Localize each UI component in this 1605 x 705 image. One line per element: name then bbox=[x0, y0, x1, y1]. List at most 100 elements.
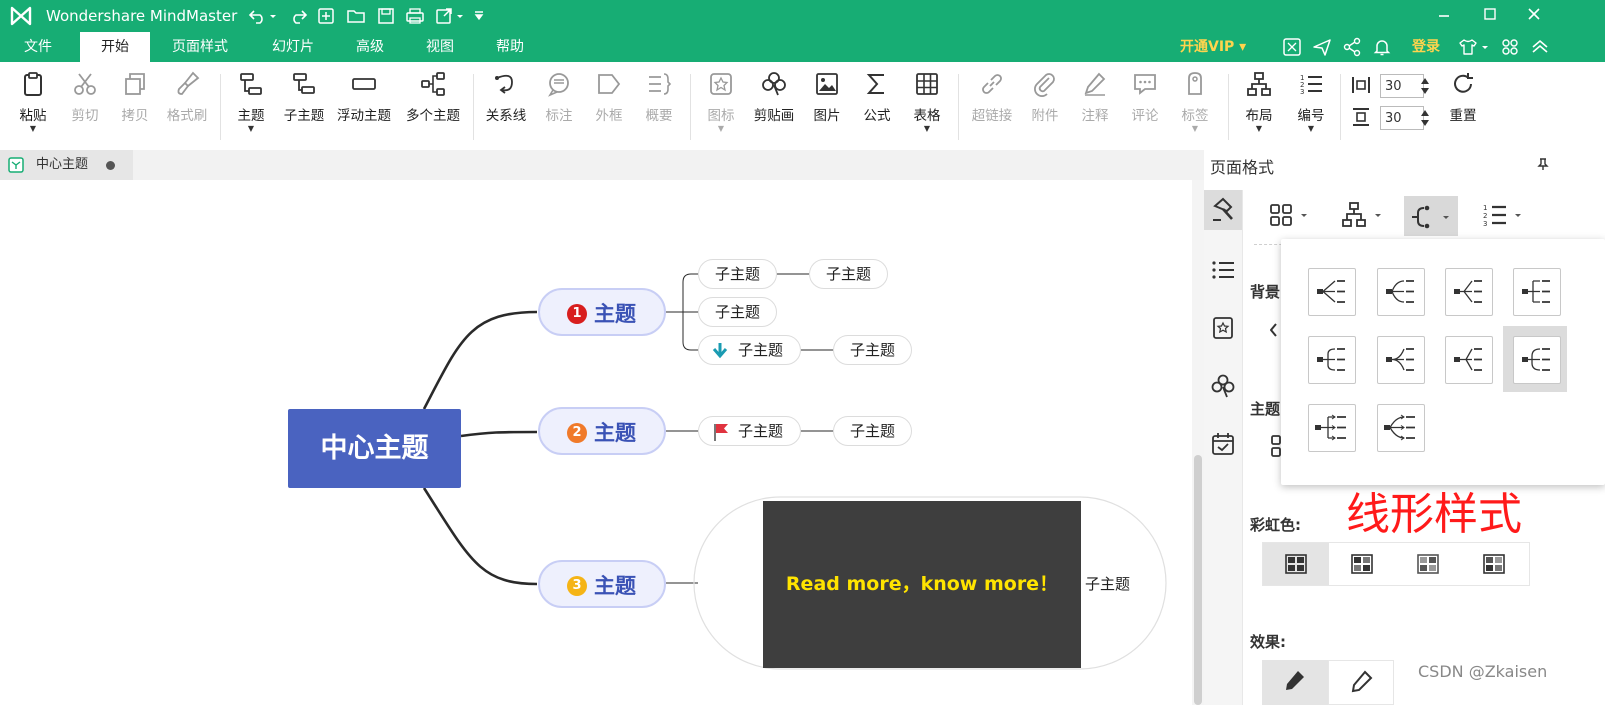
summary-button[interactable]: 概要 bbox=[638, 70, 680, 124]
canvas-vertical-scrollbar[interactable] bbox=[1192, 180, 1204, 705]
minimize-icon[interactable] bbox=[1432, 4, 1456, 26]
line-style-option-5[interactable] bbox=[1308, 336, 1356, 384]
icon-library-icon[interactable] bbox=[1209, 314, 1237, 342]
clipart-clover-icon[interactable] bbox=[1209, 372, 1237, 400]
line-style-option-4[interactable] bbox=[1513, 268, 1561, 316]
line-style-option-7[interactable] bbox=[1445, 336, 1493, 384]
menu-help[interactable]: 帮助 bbox=[482, 32, 538, 62]
format-painter-button[interactable]: 格式刷 bbox=[162, 70, 212, 124]
central-topic[interactable]: 中心主题 bbox=[288, 409, 461, 488]
floating-topic-button[interactable]: 浮动主题 bbox=[334, 70, 394, 124]
theme-shirt-icon[interactable] bbox=[1458, 37, 1478, 57]
line-style-option-3[interactable] bbox=[1445, 268, 1493, 316]
new-file-icon[interactable] bbox=[316, 6, 336, 26]
vertical-spacing-stepper-icon[interactable] bbox=[1418, 106, 1432, 130]
rainbow-option[interactable] bbox=[1395, 543, 1461, 585]
outline-list-icon[interactable] bbox=[1209, 256, 1237, 284]
print-icon[interactable] bbox=[405, 6, 425, 26]
save-icon[interactable] bbox=[376, 6, 396, 26]
subtopic[interactable]: 子主题 bbox=[698, 297, 777, 327]
layout-tree-icon[interactable] bbox=[1340, 198, 1388, 232]
branch-line-style-icon[interactable] bbox=[1408, 200, 1456, 234]
effect-option[interactable] bbox=[1328, 660, 1394, 705]
theme-dropdown-icon[interactable] bbox=[1480, 37, 1490, 57]
subtopic[interactable]: 子主题 bbox=[698, 416, 801, 446]
redo-icon[interactable] bbox=[288, 6, 308, 26]
export-dropdown-icon[interactable] bbox=[455, 6, 465, 26]
line-style-option-10[interactable] bbox=[1377, 404, 1425, 452]
hyperlink-button[interactable]: 超链接 bbox=[966, 70, 1018, 124]
format-hammer-icon[interactable] bbox=[1209, 196, 1237, 224]
tag-dropdown-icon[interactable]: ▼ bbox=[1174, 125, 1216, 133]
undo-dropdown-icon[interactable] bbox=[268, 6, 278, 26]
open-folder-icon[interactable] bbox=[346, 6, 366, 26]
bell-icon[interactable] bbox=[1372, 37, 1392, 57]
table-dropdown-icon[interactable]: ▼ bbox=[906, 125, 948, 133]
apps-icon[interactable] bbox=[1500, 37, 1520, 57]
undo-icon[interactable] bbox=[248, 6, 268, 26]
picture-button[interactable]: 图片 bbox=[806, 70, 848, 124]
paste-dropdown-icon[interactable]: ▼ bbox=[12, 125, 54, 133]
send-icon[interactable] bbox=[1312, 37, 1332, 57]
subtopic[interactable]: 子主题 bbox=[698, 335, 801, 365]
reset-button[interactable]: 重置 bbox=[1442, 70, 1484, 124]
table-button[interactable]: 表格 ▼ bbox=[906, 70, 948, 133]
layout-dropdown-icon[interactable]: ▼ bbox=[1238, 125, 1280, 133]
vip-button[interactable]: 开通VIP ▾ bbox=[1180, 32, 1246, 62]
subtopic[interactable]: 子主题 bbox=[833, 416, 912, 446]
horizontal-spacing-stepper-icon[interactable] bbox=[1418, 74, 1432, 98]
line-style-option-8-selected[interactable] bbox=[1513, 336, 1561, 384]
menu-advanced[interactable]: 高级 bbox=[340, 32, 400, 62]
fullscreen-icon[interactable] bbox=[1282, 37, 1302, 57]
scrollbar-thumb[interactable] bbox=[1194, 455, 1202, 705]
main-topic-3[interactable]: 3 主题 bbox=[538, 560, 666, 608]
close-icon[interactable] bbox=[1522, 4, 1546, 26]
collapse-ribbon-icon[interactable] bbox=[1530, 37, 1550, 57]
topic-button[interactable]: 主题 ▼ bbox=[230, 70, 272, 133]
tag-button[interactable]: 标签 ▼ bbox=[1174, 70, 1216, 133]
rainbow-option-selected[interactable] bbox=[1263, 543, 1329, 585]
menu-page-style[interactable]: 页面样式 bbox=[160, 32, 240, 62]
topic-dropdown-icon[interactable]: ▼ bbox=[230, 125, 272, 133]
cut-button[interactable]: 剪切 bbox=[64, 70, 106, 124]
menu-home[interactable]: 开始 bbox=[80, 32, 150, 62]
layout-button[interactable]: 布局 ▼ bbox=[1238, 70, 1280, 133]
attachment-button[interactable]: 附件 bbox=[1024, 70, 1066, 124]
effect-option-selected[interactable] bbox=[1262, 660, 1328, 705]
customize-quick-access-icon[interactable] bbox=[472, 6, 486, 26]
login-button[interactable]: 登录 bbox=[1412, 32, 1440, 62]
main-topic-2[interactable]: 2 主题 bbox=[538, 407, 666, 455]
line-style-option-2[interactable] bbox=[1377, 268, 1425, 316]
comment-button[interactable]: 评论 bbox=[1124, 70, 1166, 124]
subtopic[interactable]: 子主题 bbox=[833, 335, 912, 365]
document-tab[interactable]: 中心主题 bbox=[0, 150, 133, 180]
clipart-button[interactable]: 剪贴画 bbox=[748, 70, 800, 124]
callout-button[interactable]: 标注 bbox=[538, 70, 580, 124]
share-icon[interactable] bbox=[1342, 37, 1362, 57]
menu-view[interactable]: 视图 bbox=[412, 32, 468, 62]
numbering-button[interactable]: 123 编号 ▼ bbox=[1290, 70, 1332, 133]
icon-insert-button[interactable]: 图标 ▼ bbox=[700, 70, 742, 133]
image-topic-label[interactable]: 子主题 bbox=[1085, 573, 1130, 594]
line-style-option-1[interactable] bbox=[1308, 268, 1356, 316]
note-button[interactable]: 注释 bbox=[1074, 70, 1116, 124]
relationship-button[interactable]: 关系线 bbox=[482, 70, 530, 124]
menu-file[interactable]: 文件 bbox=[10, 32, 66, 62]
export-icon[interactable] bbox=[434, 6, 454, 26]
menu-slideshow[interactable]: 幻灯片 bbox=[258, 32, 328, 62]
boundary-button[interactable]: 外框 bbox=[588, 70, 630, 124]
multiple-topics-button[interactable]: 多个主题 bbox=[402, 70, 464, 124]
numbering-dropdown-icon[interactable]: ▼ bbox=[1290, 125, 1332, 133]
subtopic[interactable]: 子主题 bbox=[698, 259, 777, 289]
copy-button[interactable]: 拷贝 bbox=[114, 70, 156, 124]
subtopic[interactable]: 子主题 bbox=[809, 259, 888, 289]
topic-image[interactable]: Read more，know more！ bbox=[763, 501, 1081, 668]
icon-insert-dropdown-icon[interactable]: ▼ bbox=[700, 125, 742, 133]
numbering-list-icon[interactable]: 123 bbox=[1480, 198, 1528, 232]
task-calendar-icon[interactable] bbox=[1209, 430, 1237, 458]
line-style-option-6[interactable] bbox=[1377, 336, 1425, 384]
rainbow-option[interactable] bbox=[1329, 543, 1395, 585]
paste-button[interactable]: 粘贴 ▼ bbox=[12, 70, 54, 133]
subtopic-button[interactable]: 子主题 bbox=[280, 70, 328, 124]
maximize-icon[interactable] bbox=[1478, 4, 1502, 26]
